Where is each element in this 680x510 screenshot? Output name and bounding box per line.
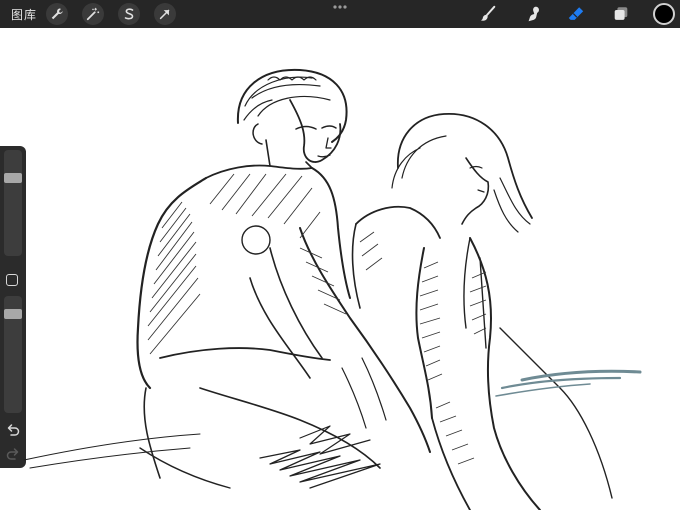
wrench-icon: [51, 8, 63, 20]
eraser-icon: [568, 7, 584, 20]
more-options-icon[interactable]: [332, 4, 348, 10]
drawing-canvas[interactable]: [0, 28, 680, 510]
actions-button[interactable]: [46, 3, 68, 25]
magic-wand-icon: [86, 7, 100, 21]
eraser-tool-button[interactable]: [566, 4, 586, 24]
layers-button[interactable]: [611, 4, 631, 24]
smudge-tool-button[interactable]: [524, 4, 544, 24]
smudge-icon: [528, 6, 539, 22]
gallery-button[interactable]: 图库: [11, 6, 37, 23]
brush-icon: [480, 5, 496, 21]
selection-button[interactable]: [118, 3, 140, 25]
top-toolbar: 图库: [0, 0, 680, 28]
selection-s-icon: [124, 8, 134, 20]
layers-icon: [614, 7, 628, 20]
arrow-cursor-icon: [159, 9, 170, 20]
brush-tool-button[interactable]: [478, 4, 498, 24]
color-swatch[interactable]: [653, 3, 675, 25]
transform-button[interactable]: [154, 3, 176, 25]
adjustments-button[interactable]: [82, 3, 104, 25]
